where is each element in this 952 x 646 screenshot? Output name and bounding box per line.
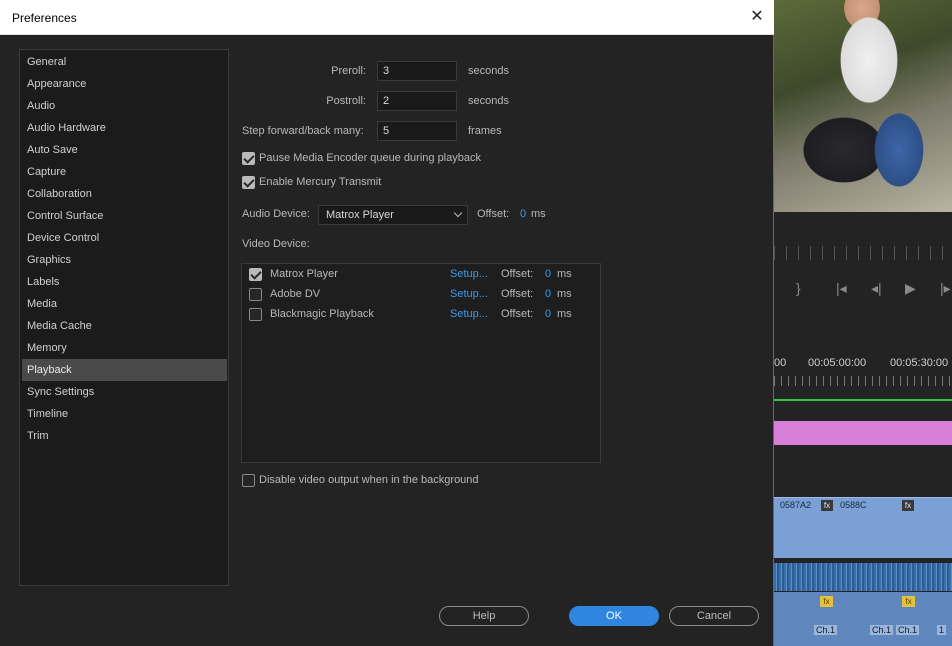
preroll-input[interactable]: 3 [377,61,457,81]
step-label: Step forward/back many: [242,125,364,137]
audio-device-label: Audio Device: [242,208,310,220]
ok-button[interactable]: OK [569,606,659,626]
preroll-unit: seconds [468,65,509,77]
offset-unit: ms [557,268,572,280]
postroll-label: Postroll: [326,95,366,107]
step-back-icon[interactable]: ◂| [871,280,882,297]
audio-offset-unit: ms [531,208,546,220]
setup-link[interactable]: Setup... [450,288,488,300]
sidebar-item-media[interactable]: Media [22,293,227,315]
sidebar-item-general[interactable]: General [22,51,227,73]
chevron-down-icon [453,208,463,218]
close-icon[interactable]: ✕ [740,0,774,34]
fx-icon: fx [821,500,833,511]
adjustment-layer-clip[interactable] [774,421,952,445]
go-to-in-icon[interactable]: |◂ [836,280,847,297]
audio-offset-value[interactable]: 0 [520,208,526,220]
timeline-ruler[interactable] [774,376,952,386]
audio-device-dropdown[interactable]: Matrox Player [318,205,468,225]
postroll-unit: seconds [468,95,509,107]
sidebar-item-timeline[interactable]: Timeline [22,403,227,425]
setup-link[interactable]: Setup... [450,268,488,280]
video-device-name: Blackmagic Playback [270,308,374,320]
offset-unit: ms [557,288,572,300]
sidebar-item-capture[interactable]: Capture [22,161,227,183]
fx-icon: fx [820,596,833,607]
sidebar-item-collaboration[interactable]: Collaboration [22,183,227,205]
sidebar-item-trim[interactable]: Trim [22,425,227,447]
video-track[interactable]: 0587A2 fx 0588C fx [774,497,952,558]
video-device-name: Matrox Player [270,268,338,280]
dialog-title: Preferences [12,11,77,25]
cancel-button[interactable]: Cancel [669,606,759,626]
step-forward-icon[interactable]: |▸ [940,280,951,297]
offset-value[interactable]: 0 [545,308,551,320]
sidebar-item-sync-settings[interactable]: Sync Settings [22,381,227,403]
offset-unit: ms [557,308,572,320]
video-device-list: Matrox Player Setup... Offset: 0 ms Adob… [241,263,601,463]
step-input[interactable]: 5 [377,121,457,141]
title-bar[interactable]: Preferences ✕ [0,0,774,35]
timecode: 00:05:00:00 [808,357,867,369]
channel-label: 1 [937,625,947,635]
sidebar-item-graphics[interactable]: Graphics [22,249,227,271]
audio-device-value: Matrox Player [326,209,394,221]
pause-encoder-label[interactable]: Pause Media Encoder queue during playbac… [259,152,481,164]
clip-label: 0588C [840,500,867,510]
disable-bg-output-checkbox[interactable] [242,474,255,487]
video-device-checkbox[interactable] [249,288,262,301]
sidebar-item-appearance[interactable]: Appearance [22,73,227,95]
preroll-label: Preroll: [331,65,366,77]
video-device-checkbox[interactable] [249,308,262,321]
preferences-dialog: Preferences ✕ General Appearance Audio A… [0,0,774,646]
audio-offset-label: Offset: [477,208,510,220]
sidebar-item-playback[interactable]: Playback [22,359,227,381]
fx-icon: fx [902,596,915,607]
step-unit: frames [468,125,502,137]
offset-label: Offset: [501,268,534,280]
channel-label: Ch.1 [870,625,894,635]
sidebar-item-audio-hardware[interactable]: Audio Hardware [22,117,227,139]
offset-label: Offset: [501,308,534,320]
postroll-input[interactable]: 2 [377,91,457,111]
background-editor-panel: } |◂ ◂| ▶ |▸ 00 00:05:00:00 00:05:30:00 … [774,0,952,646]
offset-label: Offset: [501,288,534,300]
sidebar-item-memory[interactable]: Memory [22,337,227,359]
program-monitor-video [774,0,952,212]
preferences-sidebar: General Appearance Audio Audio Hardware … [19,49,229,586]
mercury-transmit-checkbox[interactable] [242,176,255,189]
offset-value[interactable]: 0 [545,288,551,300]
timecode: 00:05:30:00 [890,357,949,369]
channel-label: Ch.1 [814,625,838,635]
video-device-checkbox[interactable] [249,268,262,281]
work-area-bar [774,399,952,401]
timecode: 00 [774,357,787,369]
mercury-transmit-label[interactable]: Enable Mercury Transmit [259,176,381,188]
pause-encoder-checkbox[interactable] [242,152,255,165]
offset-value[interactable]: 0 [545,268,551,280]
help-button[interactable]: Help [439,606,529,626]
sidebar-item-media-cache[interactable]: Media Cache [22,315,227,337]
sidebar-item-control-surface[interactable]: Control Surface [22,205,227,227]
sidebar-item-audio[interactable]: Audio [22,95,227,117]
clip-label: 0587A2 [780,500,812,510]
disable-bg-output-label[interactable]: Disable video output when in the backgro… [259,474,479,486]
sidebar-item-auto-save[interactable]: Auto Save [22,139,227,161]
sidebar-item-device-control[interactable]: Device Control [22,227,227,249]
mark-out-icon[interactable]: } [796,280,801,296]
audio-track[interactable]: fx fx [774,592,952,646]
video-device-name: Adobe DV [270,288,321,300]
audio-waveform-track[interactable] [774,563,952,591]
video-device-label: Video Device: [242,238,310,250]
setup-link[interactable]: Setup... [450,308,488,320]
sidebar-item-labels[interactable]: Labels [22,271,227,293]
play-icon[interactable]: ▶ [905,280,916,297]
channel-label: Ch.1 [896,625,920,635]
fx-icon: fx [902,500,914,511]
monitor-ruler [774,246,952,260]
